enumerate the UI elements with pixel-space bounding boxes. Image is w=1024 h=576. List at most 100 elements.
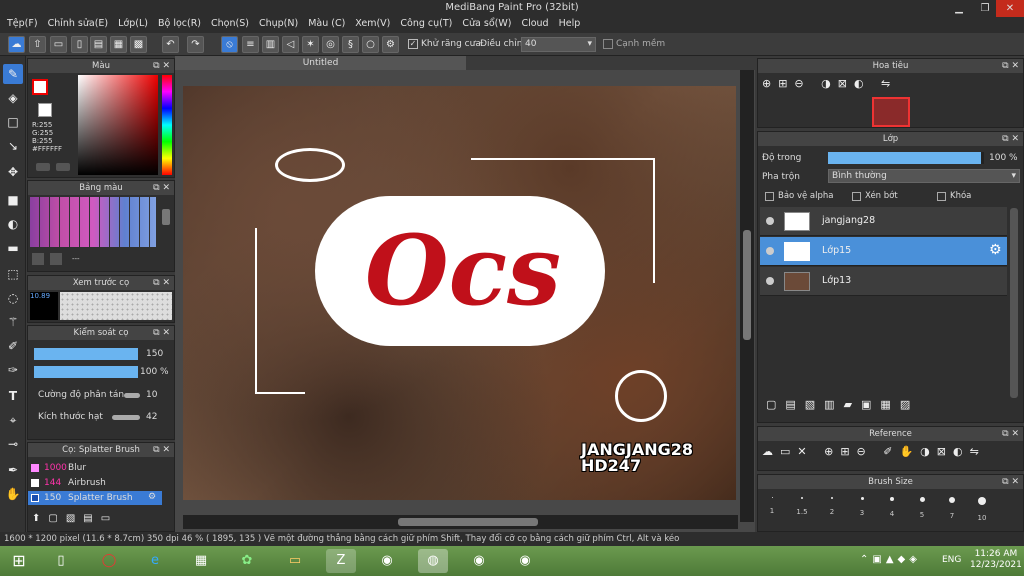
language-indicator[interactable]: ENG [942, 555, 961, 565]
cross-snap-icon[interactable]: ▥ [262, 36, 279, 53]
palette-scrollbar[interactable] [162, 209, 170, 225]
app-icon[interactable]: ✿ [232, 549, 262, 573]
parallel-snap-icon[interactable]: ≡ [242, 36, 259, 53]
menu-tools[interactable]: Công cụ(T) [397, 17, 459, 33]
menu-capture[interactable]: Chụp(N) [256, 17, 305, 33]
menu-layer[interactable]: Lớp(L) [115, 17, 155, 33]
circle-snap-icon[interactable]: ◎ [322, 36, 339, 53]
close-icon[interactable]: ⧉ ✕ [153, 443, 170, 457]
radial-snap-icon[interactable]: ✶ [302, 36, 319, 53]
menu-filter[interactable]: Bộ lọc(R) [155, 17, 208, 33]
brush-size-slider[interactable] [34, 348, 138, 360]
bucket-tool-icon[interactable]: ◐ [3, 214, 23, 234]
menu-view[interactable]: Xem(V) [352, 17, 397, 33]
hand-tool-icon[interactable]: ✋ [3, 484, 23, 504]
close-icon[interactable]: ⧉ ✕ [1002, 59, 1019, 73]
vanish-snap-icon[interactable]: ◁ [282, 36, 299, 53]
move-tool-icon[interactable]: ✥ [3, 162, 23, 182]
lasso-tool-icon[interactable]: ◌ [3, 288, 23, 308]
particle-slider[interactable] [112, 415, 140, 420]
tray-icons[interactable]: ⌃▣▲◆◈ [860, 554, 921, 565]
share-icon[interactable]: ⇧ [29, 36, 46, 53]
menu-select[interactable]: Chọn(S) [208, 17, 256, 33]
close-icon[interactable]: ⧉ ✕ [1002, 427, 1019, 441]
protect-alpha-checkbox[interactable] [765, 192, 774, 201]
brush-size-option[interactable]: 4 [877, 488, 907, 528]
folder-icon[interactable]: ▭ [280, 549, 310, 573]
canvas-image[interactable]: Ocs JANGJANG28 HD247 [183, 86, 736, 500]
select-eraser-icon[interactable]: ✑ [3, 360, 23, 380]
eyedropper-icon[interactable]: ⊸ [3, 434, 23, 454]
brush-size-option[interactable]: 1.5 [787, 488, 817, 528]
file-icon[interactable]: ▯ [46, 549, 76, 573]
menu-file[interactable]: Tệp(F) [4, 17, 45, 33]
gear-icon[interactable]: ⚙ [382, 36, 399, 53]
page3-icon[interactable]: ▦ [110, 36, 127, 53]
minimize-icon[interactable]: ▁ [946, 0, 972, 17]
restore-icon[interactable]: ❐ [972, 0, 998, 17]
ring-icon[interactable]: ○ [362, 36, 379, 53]
reference-tools[interactable]: ☁▭✕ ⊕⊞⊖ ✐✋◑⊠◐⇋ [762, 445, 1024, 461]
scatter-slider[interactable] [124, 393, 140, 398]
vertical-scroll-thumb[interactable] [743, 230, 751, 340]
background-swatch[interactable] [38, 103, 52, 117]
page-icon[interactable]: ▯ [71, 36, 88, 53]
divide-tool-icon[interactable]: ⌖ [3, 410, 23, 430]
close-icon[interactable]: ⧉ ✕ [153, 181, 170, 195]
brush-size-option[interactable]: 1 [757, 488, 787, 528]
store-icon[interactable]: ▦ [186, 549, 216, 573]
select-pen-icon[interactable]: ✐ [3, 336, 23, 356]
close-icon[interactable]: ✕ [996, 0, 1024, 17]
close-icon[interactable]: ⧉ ✕ [153, 326, 170, 340]
gear-icon[interactable]: ⚙ [989, 242, 1002, 258]
layer-row[interactable]: Lớp13 [760, 267, 1007, 296]
color-swap-button[interactable] [56, 163, 70, 171]
brush-tool-icon[interactable]: ✎ [3, 64, 23, 84]
brush-opacity-slider[interactable] [34, 366, 138, 378]
gradient-tool-icon[interactable]: ▬ [3, 238, 23, 258]
rect-tool-icon[interactable]: □ [3, 112, 23, 132]
navigator-tools[interactable]: ⊕⊞⊖ ◑⊠◐ ⇋ [762, 77, 942, 93]
lock-checkbox[interactable] [937, 192, 946, 201]
blend-select[interactable]: Bình thường ▾ [828, 169, 1020, 183]
edge-checkbox[interactable] [603, 39, 613, 49]
cloud-icon[interactable]: ☁ [8, 36, 25, 53]
brush-size-option[interactable]: 7 [937, 488, 967, 528]
color-mode-button[interactable] [36, 163, 50, 171]
windows-start-icon[interactable]: ⊞ [4, 549, 34, 573]
menu-color[interactable]: Màu (C) [305, 17, 352, 33]
palette-add-icon[interactable] [32, 253, 44, 265]
eye-icon[interactable] [766, 247, 774, 255]
tab-untitled[interactable]: Untitled [175, 56, 466, 70]
redo-icon[interactable]: ↷ [187, 36, 204, 53]
close-icon[interactable]: ⧉ ✕ [153, 276, 170, 290]
antialias-checkbox[interactable]: ✓ [408, 39, 418, 49]
foreground-swatch[interactable] [32, 79, 48, 95]
chrome-icon[interactable]: ◉ [372, 549, 402, 573]
menu-edit[interactable]: Chỉnh sửa(E) [45, 17, 116, 33]
fill-rect-tool-icon[interactable]: ■ [3, 190, 23, 210]
ie-icon[interactable]: e [140, 549, 170, 573]
comment-icon[interactable]: ▭ [50, 36, 67, 53]
zalo-icon[interactable]: Z [326, 549, 356, 573]
page2-icon[interactable]: ▤ [90, 36, 107, 53]
menu-window[interactable]: Cửa sổ(W) [459, 17, 518, 33]
close-icon[interactable]: ⧉ ✕ [153, 59, 170, 73]
layer-scrollbar[interactable] [1010, 208, 1018, 398]
grid-icon[interactable]: ▩ [130, 36, 147, 53]
horizontal-scrollbar[interactable] [183, 515, 738, 529]
menu-help[interactable]: Help [556, 17, 588, 33]
curve-snap-icon[interactable]: § [342, 36, 359, 53]
menu-cloud[interactable]: Cloud [518, 17, 555, 33]
close-icon[interactable]: ⧉ ✕ [1002, 132, 1019, 146]
select-tool-icon[interactable]: ⬚ [3, 264, 23, 284]
layer-actions[interactable]: ▢▤▧▥▰▣▦▨ [766, 398, 966, 414]
clipping-checkbox[interactable] [852, 192, 861, 201]
chrome-icon[interactable]: ◉ [464, 549, 494, 573]
brush-list-actions[interactable]: ⬆▢▧▤▭ [32, 513, 152, 527]
brush-size-option[interactable]: 5 [907, 488, 937, 528]
palette-trash-icon[interactable] [50, 253, 62, 265]
brush-item[interactable]: 144 Airbrush [28, 476, 162, 490]
pen-tool-icon[interactable]: ✒ [3, 460, 23, 480]
color-picker-square[interactable] [78, 75, 158, 175]
